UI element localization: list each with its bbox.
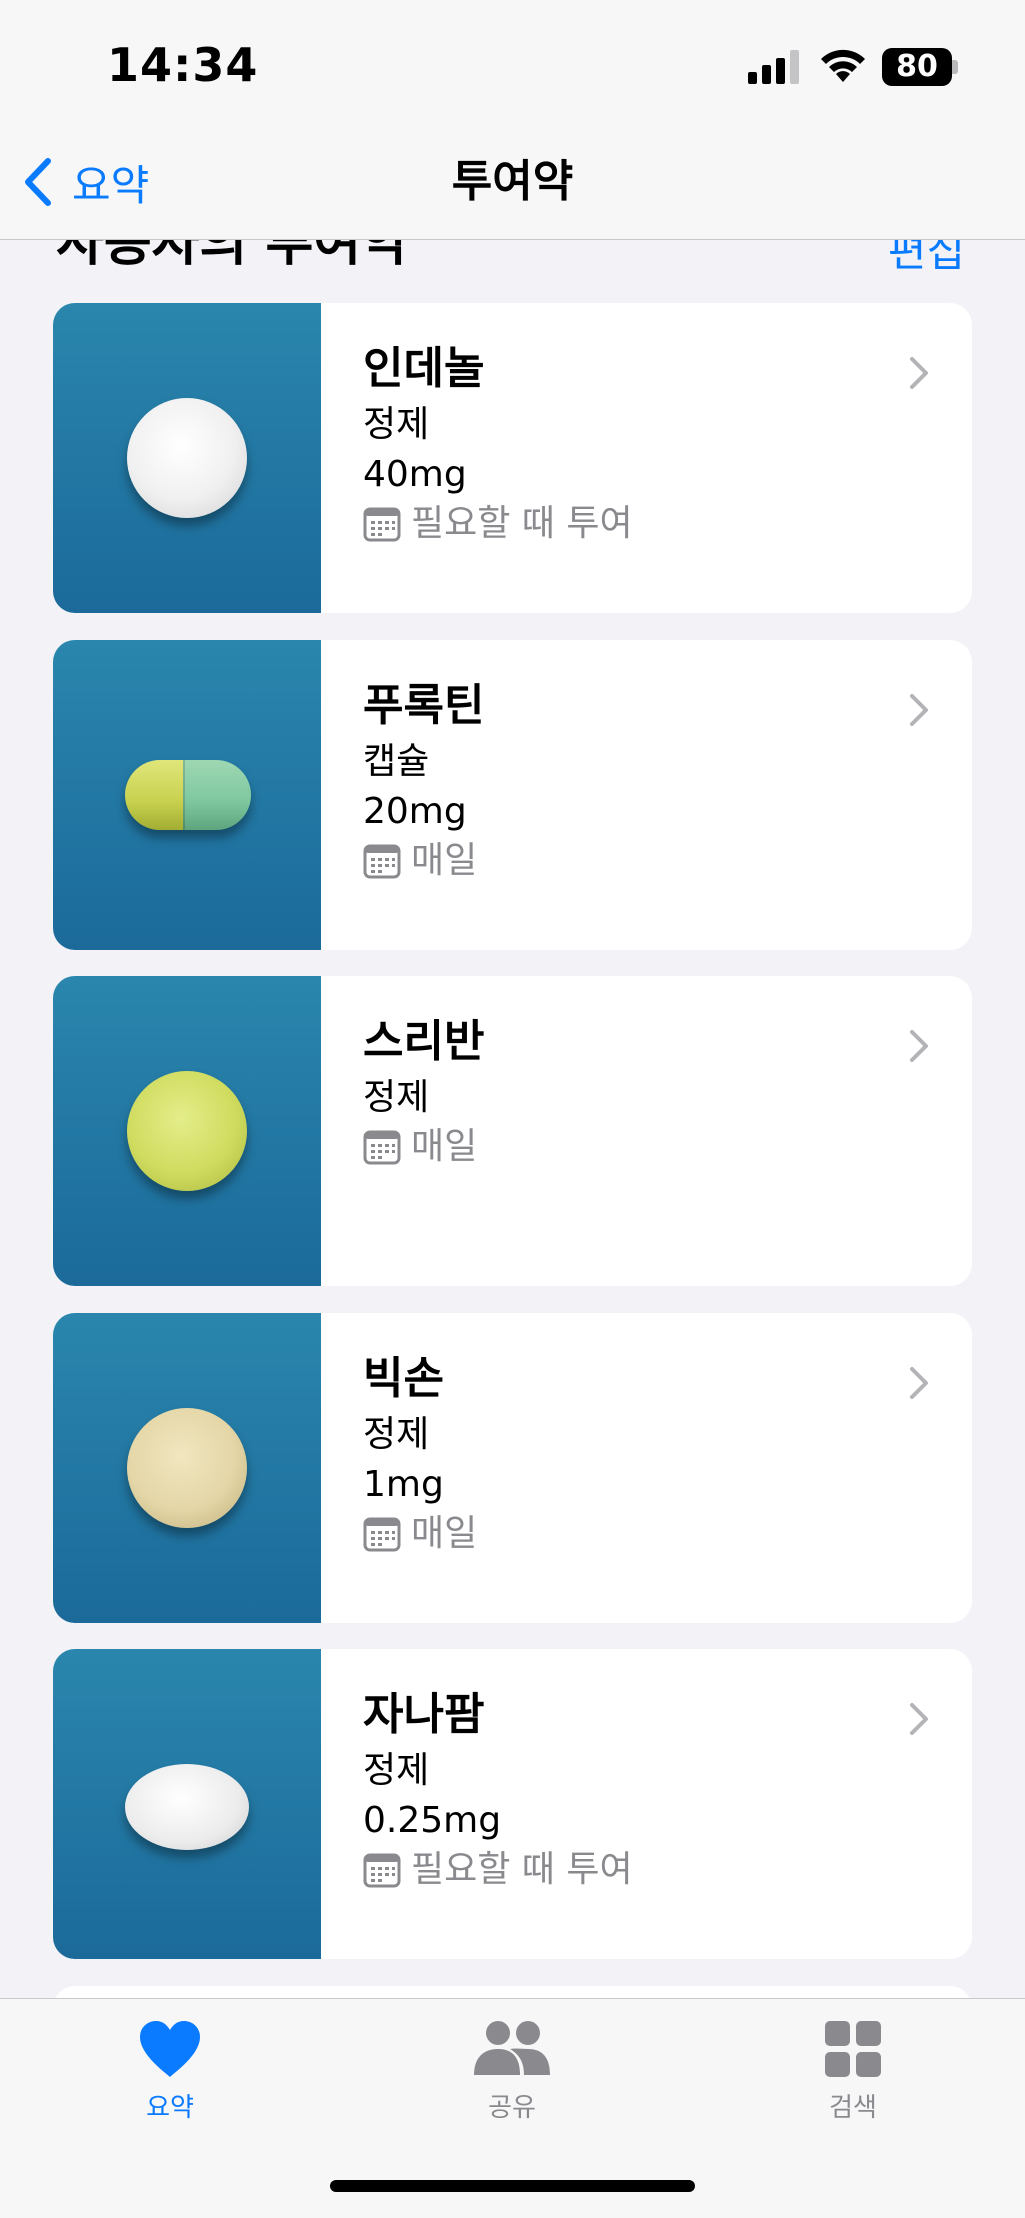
medication-card[interactable]: 빅손 정제 1mg 매일 <box>53 1313 972 1623</box>
schedule-label: 필요할 때 투여 <box>411 503 633 544</box>
medication-form: 정제 <box>363 1414 430 1455</box>
tab-sharing[interactable]: 공유 <box>412 2019 612 2124</box>
medication-name: 스리반 <box>363 1016 485 1067</box>
medication-form: 정제 <box>363 404 430 445</box>
tab-summary[interactable]: 요약 <box>70 2019 270 2124</box>
medication-schedule: 매일 <box>363 1124 912 1170</box>
oval-tablet-icon <box>125 1764 249 1850</box>
chevron-right-icon <box>910 694 928 726</box>
tab-label: 검색 <box>829 2093 877 2123</box>
calendar-icon <box>363 844 401 879</box>
round-tablet-icon <box>127 1071 247 1191</box>
round-tablet-icon <box>127 1408 247 1528</box>
medication-thumbnail <box>53 976 321 1286</box>
medication-card[interactable]: 푸록틴 캡슐 20mg 매일 <box>53 640 972 950</box>
cellular-signal-icon <box>748 50 799 84</box>
medication-card[interactable]: 자나팜 정제 0.25mg 필요할 때 투여 <box>53 1649 972 1959</box>
schedule-label: 필요할 때 투여 <box>411 1849 633 1890</box>
schedule-label: 매일 <box>411 840 478 881</box>
medication-form: 정제 <box>363 1077 430 1118</box>
calendar-icon <box>363 1517 401 1552</box>
calendar-icon <box>363 1853 401 1888</box>
schedule-label: 매일 <box>411 1126 478 1167</box>
medication-thumbnail <box>53 1313 321 1623</box>
medication-schedule: 매일 <box>363 1511 912 1557</box>
grid-icon <box>825 2021 881 2077</box>
medication-dose: 0.25mg <box>363 1800 502 1841</box>
medication-dose: 1mg <box>363 1464 444 1505</box>
medication-card[interactable]: 스리반 정제 매일 <box>53 976 972 1286</box>
tab-browse[interactable]: 검색 <box>753 2019 953 2124</box>
wifi-icon <box>821 49 865 82</box>
medication-form: 캡슐 <box>363 741 430 782</box>
chevron-right-icon <box>910 1703 928 1735</box>
chevron-right-icon <box>910 1030 928 1062</box>
medication-dose: 20mg <box>363 791 467 832</box>
calendar-icon <box>363 1130 401 1165</box>
medication-name: 인데놀 <box>363 343 485 394</box>
schedule-label: 매일 <box>411 1513 478 1554</box>
battery-icon: 80 <box>882 48 958 86</box>
heart-icon <box>140 2021 200 2077</box>
medications-screen: 14:34 80 사용자의 투여약 편집 요약 투여약 인데놀 정제 40mg … <box>0 0 1025 2218</box>
medication-schedule: 매일 <box>363 838 912 884</box>
medication-name: 푸록틴 <box>363 680 485 731</box>
medication-thumbnail <box>53 1649 321 1959</box>
status-time: 14:34 <box>107 38 259 92</box>
medication-card[interactable]: 인데놀 정제 40mg 필요할 때 투여 <box>53 303 972 613</box>
medication-form: 정제 <box>363 1750 430 1791</box>
chevron-right-icon <box>910 1367 928 1399</box>
tab-label: 공유 <box>488 2093 536 2123</box>
home-indicator[interactable] <box>330 2180 695 2192</box>
page-title: 투여약 <box>451 156 574 207</box>
medication-thumbnail <box>53 303 321 613</box>
calendar-icon <box>363 507 401 542</box>
medication-name: 빅손 <box>363 1353 444 1404</box>
round-tablet-icon <box>127 398 247 518</box>
battery-level: 80 <box>882 48 952 86</box>
people-icon <box>474 2021 550 2075</box>
chevron-right-icon <box>910 357 928 389</box>
medication-dose: 40mg <box>363 454 467 495</box>
medication-name: 자나팜 <box>363 1689 485 1740</box>
medication-thumbnail <box>53 640 321 950</box>
medication-schedule: 필요할 때 투여 <box>363 501 912 547</box>
navigation-bar: 요약 투여약 <box>0 130 1025 240</box>
tab-label: 요약 <box>146 2093 194 2123</box>
medication-schedule: 필요할 때 투여 <box>363 1847 912 1893</box>
capsule-icon <box>125 760 251 830</box>
status-bar: 14:34 80 <box>0 0 1025 130</box>
